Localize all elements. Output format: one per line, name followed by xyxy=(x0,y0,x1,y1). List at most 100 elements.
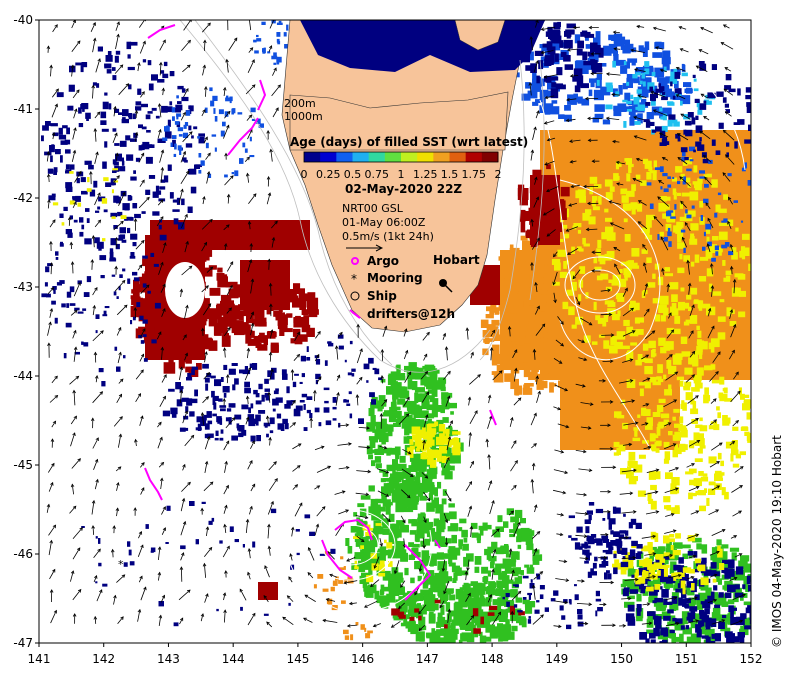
sst-patch xyxy=(169,101,173,106)
sst-patch xyxy=(609,186,615,192)
sst-patch xyxy=(529,305,538,316)
sst-patch xyxy=(555,310,564,319)
sst-patch xyxy=(51,144,55,152)
sst-patch xyxy=(555,222,562,232)
sst-patch xyxy=(202,363,209,369)
sst-patch xyxy=(437,481,442,489)
sst-patch xyxy=(448,546,456,556)
sst-patch xyxy=(661,589,669,598)
sst-patch xyxy=(415,538,420,543)
sst-patch xyxy=(56,282,62,286)
sst-patch xyxy=(536,75,540,84)
sst-patch xyxy=(375,498,384,504)
sst-patch xyxy=(634,430,638,437)
sst-patch xyxy=(715,204,721,212)
sst-patch xyxy=(66,291,72,298)
sst-patch xyxy=(588,89,593,97)
sst-patch xyxy=(407,598,414,604)
sst-patch xyxy=(81,341,84,345)
sst-patch xyxy=(303,427,308,431)
sst-patch xyxy=(348,391,352,395)
sst-patch xyxy=(357,503,365,508)
sst-patch xyxy=(614,559,620,568)
sst-patch xyxy=(214,116,218,122)
sst-patch xyxy=(752,592,759,601)
sst-patch xyxy=(578,294,582,301)
sst-patch xyxy=(509,529,516,533)
sst-patch xyxy=(244,366,248,372)
sst-patch xyxy=(231,172,234,175)
sst-patch xyxy=(601,561,609,566)
sst-patch xyxy=(101,198,108,204)
sst-patch xyxy=(374,456,382,463)
sst-patch xyxy=(72,196,80,199)
sst-patch xyxy=(710,591,715,600)
sst-patch xyxy=(742,233,750,240)
sst-patch xyxy=(387,410,393,417)
sst-patch xyxy=(753,582,759,587)
sst-patch xyxy=(345,538,350,546)
sst-patch xyxy=(521,527,530,537)
sst-patch xyxy=(299,334,308,342)
sst-patch xyxy=(295,529,300,532)
sst-patch xyxy=(412,519,418,524)
sst-patch xyxy=(704,599,711,609)
sst-patch xyxy=(687,550,694,556)
sst-patch xyxy=(662,564,670,568)
sst-patch xyxy=(551,31,561,41)
sst-patch xyxy=(662,639,668,643)
sst-patch xyxy=(503,521,509,528)
sst-patch xyxy=(561,615,566,620)
sst-patch xyxy=(719,299,725,303)
sst-patch xyxy=(238,425,245,432)
sst-patch xyxy=(511,345,516,350)
sst-patch xyxy=(124,207,130,211)
sst-patch xyxy=(514,385,520,396)
sst-patch xyxy=(209,87,213,92)
sst-patch xyxy=(423,596,429,604)
sst-patch xyxy=(637,203,643,212)
sst-patch xyxy=(167,164,172,171)
sst-patch xyxy=(539,585,545,590)
sst-patch xyxy=(276,22,283,25)
sst-patch xyxy=(694,458,703,462)
sst-patch xyxy=(100,275,105,279)
sst-patch xyxy=(663,188,669,192)
sst-patch xyxy=(737,88,741,96)
sst-patch xyxy=(102,238,106,242)
sst-patch xyxy=(631,262,638,269)
sst-patch xyxy=(713,585,718,591)
sst-patch xyxy=(439,433,445,442)
sst-patch xyxy=(197,136,200,139)
sst-patch xyxy=(597,239,602,248)
sst-patch xyxy=(671,507,680,514)
sst-patch xyxy=(691,387,700,392)
sst-patch xyxy=(499,295,505,301)
sst-patch xyxy=(409,367,419,372)
sst-patch xyxy=(179,150,182,155)
sst-patch xyxy=(262,317,267,324)
sst-patch xyxy=(589,176,598,184)
sst-patch xyxy=(687,112,694,118)
sst-patch xyxy=(407,379,413,390)
sst-patch xyxy=(754,107,759,110)
sst-patch xyxy=(672,542,683,549)
sst-patch xyxy=(172,116,175,121)
sst-patch xyxy=(519,518,526,524)
sst-patch xyxy=(721,244,728,249)
sst-patch xyxy=(143,358,148,362)
sst-patch xyxy=(244,381,250,388)
sst-patch xyxy=(273,62,277,65)
sst-patch xyxy=(696,367,704,376)
sst-patch xyxy=(409,530,417,535)
sst-patch xyxy=(411,462,416,468)
sst-patch xyxy=(705,100,712,105)
sst-patch xyxy=(523,355,528,363)
sst-patch xyxy=(85,112,91,119)
sst-patch xyxy=(527,328,537,334)
sst-patch xyxy=(586,537,590,542)
sst-patch xyxy=(498,587,503,597)
sst-patch xyxy=(487,612,495,616)
sst-patch xyxy=(47,168,54,174)
sst-patch xyxy=(603,340,610,349)
